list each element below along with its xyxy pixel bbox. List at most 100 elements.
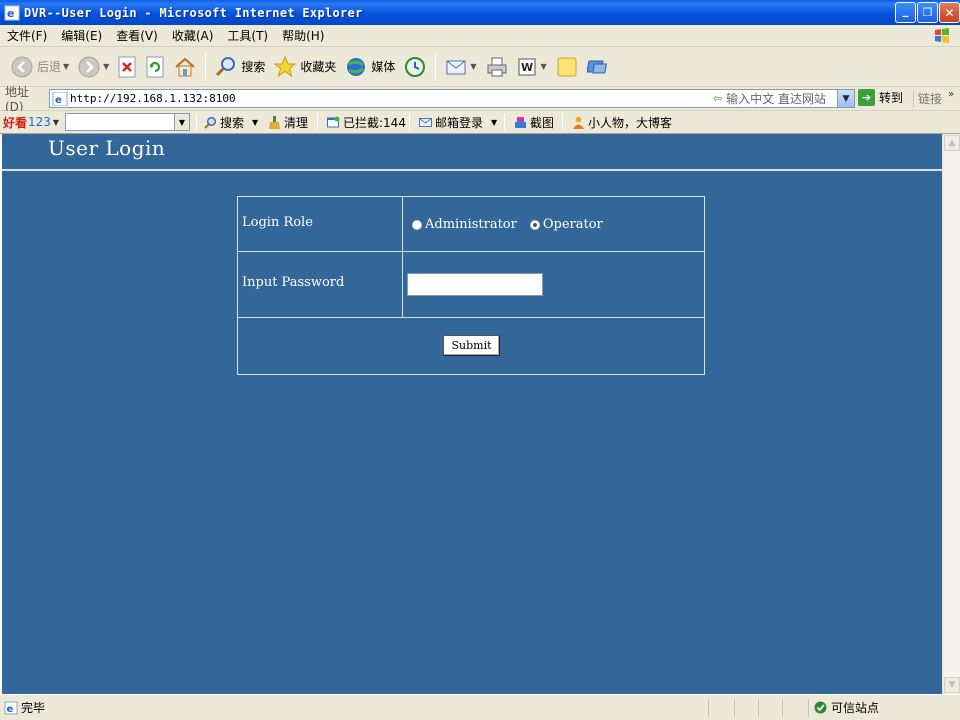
minimize-button[interactable]: _	[895, 2, 916, 23]
toolbar-separator	[562, 114, 563, 130]
svg-text:e: e	[7, 704, 14, 715]
back-button[interactable]: 后退 ▼	[6, 51, 73, 83]
url-text: http://192.168.1.132:8100	[70, 92, 236, 105]
haokan-logo[interactable]: 好看 123 ▼	[0, 114, 59, 131]
menu-tools[interactable]: 工具(T)	[220, 27, 275, 44]
chevron-down-icon[interactable]: ▼	[541, 62, 547, 71]
radio-unchecked-icon	[412, 219, 422, 230]
chevron-down-icon[interactable]: ▼	[491, 118, 497, 127]
stop-icon	[118, 56, 136, 77]
address-input[interactable]: e http://192.168.1.132:8100 ⇦ 输入中文 直达网站 …	[49, 89, 855, 108]
edit-button[interactable]: W ▼	[513, 51, 551, 83]
radio-operator[interactable]: Operator	[529, 217, 603, 232]
close-button[interactable]: ✕	[939, 2, 960, 23]
blog-button[interactable]: 小人物，大博客	[572, 114, 672, 131]
refresh-icon	[146, 56, 164, 77]
page-title: User Login	[48, 136, 166, 160]
refresh-button[interactable]	[141, 51, 169, 83]
table-divider-vertical	[402, 197, 403, 317]
windows-logo-icon	[935, 28, 949, 43]
close-icon: ✕	[944, 5, 955, 20]
chevron-up-icon: ▲	[948, 138, 956, 148]
brand-cn: 好看	[3, 115, 28, 130]
mail-login-button[interactable]: 邮箱登录 ▼	[419, 114, 497, 131]
svg-text:e: e	[7, 7, 14, 20]
back-label: 后退	[37, 60, 62, 74]
zone-text: 可信站点	[831, 701, 880, 715]
mail-icon	[446, 60, 466, 74]
page-content: User Login Login Role Administrator Oper…	[0, 134, 942, 694]
popup-blocked-button[interactable]: 已拦截:144	[327, 114, 406, 131]
chevron-down-icon: ▼	[178, 117, 186, 127]
menu-help[interactable]: 帮助(H)	[275, 27, 331, 44]
toolbar-separator	[409, 114, 410, 130]
arrow-left-icon: ⇦	[712, 92, 723, 105]
links-button[interactable]: 链接	[913, 90, 942, 107]
menu-bar: 文件(F) 编辑(E) 查看(V) 收藏(A) 工具(T) 帮助(H)	[0, 25, 960, 47]
search-combo-input[interactable]: ▼	[65, 113, 190, 131]
search-toolbar: 好看 123 ▼ ▼ 搜索 ▼ 清理 已拦截:144 邮箱登录 ▼ 截图 小人物…	[0, 111, 960, 134]
table-divider-row2	[238, 317, 704, 318]
restore-icon: ❐	[922, 6, 933, 19]
address-label: 地址(D)	[5, 85, 30, 114]
go-button[interactable]: ➔ 转到	[858, 89, 903, 106]
svg-text:e: e	[55, 95, 62, 106]
printer-icon	[487, 57, 507, 76]
address-hint: ⇦ 输入中文 直达网站	[713, 90, 826, 107]
double-chevron-right-icon[interactable]: »	[948, 89, 954, 100]
security-zone[interactable]: 可信站点	[814, 699, 879, 716]
chevron-down-icon[interactable]: ▼	[53, 118, 59, 127]
forward-button[interactable]: ▼	[73, 51, 113, 83]
address-dropdown-button[interactable]: ▼	[837, 90, 854, 107]
window-title: DVR--User Login - Microsoft Internet Exp…	[24, 5, 363, 20]
screenshot-button[interactable]: 截图	[514, 114, 554, 131]
media-button[interactable]: 媒体	[340, 51, 399, 83]
radio-administrator[interactable]: Administrator	[412, 217, 517, 232]
favorites-label: 收藏夹	[300, 60, 337, 74]
maximize-button[interactable]: ❐	[917, 2, 938, 23]
search-button[interactable]: 搜索	[210, 51, 269, 83]
menu-file[interactable]: 文件(F)	[0, 27, 54, 44]
history-icon	[405, 56, 426, 77]
search-icon	[204, 117, 216, 129]
radio-administrator-label: Administrator	[425, 217, 517, 232]
chevron-down-icon[interactable]: ▼	[470, 62, 476, 71]
menu-favorites[interactable]: 收藏(A)	[165, 27, 221, 44]
status-segment	[734, 699, 735, 717]
sb-search-label: 搜索	[220, 116, 245, 130]
scroll-up-button[interactable]: ▲	[944, 135, 960, 151]
go-label: 转到	[879, 91, 904, 105]
chevron-down-icon[interactable]: ▼	[252, 118, 258, 127]
chevron-down-icon[interactable]: ▼	[63, 62, 69, 71]
messenger-icon	[586, 60, 607, 73]
history-button[interactable]	[399, 51, 431, 83]
menu-edit[interactable]: 编辑(E)	[54, 27, 109, 44]
screenshot-label: 截图	[530, 116, 555, 130]
status-segment	[758, 699, 759, 717]
notes-button[interactable]	[551, 51, 583, 83]
favorites-button[interactable]: 收藏夹	[269, 51, 340, 83]
mail-login-label: 邮箱登录	[435, 116, 484, 130]
combo-dropdown-button[interactable]: ▼	[174, 114, 189, 130]
toolbar-separator	[196, 114, 197, 130]
standard-toolbar: 后退 ▼ ▼ 搜索 收藏夹 媒体 ▼ W ▼	[0, 47, 960, 87]
submit-button[interactable]: Submit	[443, 335, 500, 356]
chevron-down-icon[interactable]: ▼	[103, 62, 109, 71]
status-text: 完毕	[21, 701, 46, 715]
messenger-button[interactable]	[583, 51, 615, 83]
radio-operator-label: Operator	[542, 217, 603, 232]
scroll-down-button[interactable]: ▼	[944, 677, 960, 693]
clean-button[interactable]: 清理	[268, 114, 308, 131]
vertical-scrollbar[interactable]: ▲ ▼	[942, 134, 960, 694]
password-input[interactable]	[407, 273, 543, 296]
home-button[interactable]	[169, 51, 201, 83]
chevron-down-icon: ▼	[948, 680, 956, 690]
stop-button[interactable]	[113, 51, 141, 83]
print-button[interactable]	[481, 51, 513, 83]
word-edit-icon: W	[518, 58, 536, 75]
mail-button[interactable]: ▼	[440, 51, 480, 83]
login-form-table: Login Role Administrator Operator Input …	[237, 196, 705, 375]
menu-view[interactable]: 查看(V)	[109, 27, 165, 44]
star-icon	[273, 55, 297, 77]
sb-search-button[interactable]: 搜索 ▼	[204, 114, 258, 131]
